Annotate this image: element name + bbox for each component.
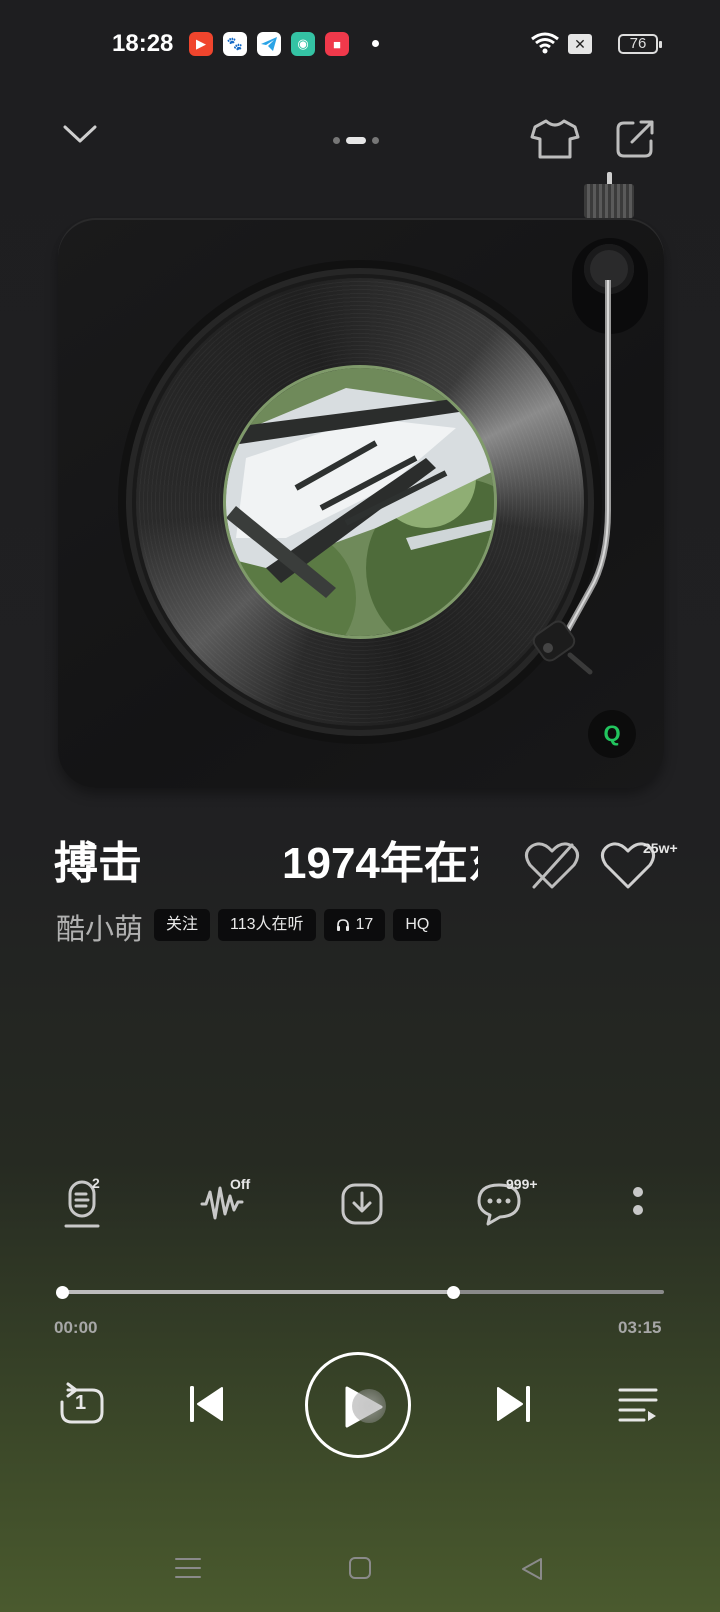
page-dot [372, 137, 379, 144]
home-icon[interactable] [348, 1556, 372, 1585]
song-chips: 关注 113人在听 17 HQ [154, 909, 442, 941]
song-title-text: 搏击 [54, 839, 142, 888]
play-button[interactable] [305, 1352, 411, 1458]
back-icon[interactable] [520, 1556, 544, 1587]
video-app-icon: ▶ [189, 32, 213, 56]
quality-chip[interactable]: HQ [393, 909, 442, 941]
download-icon[interactable] [340, 1182, 384, 1231]
repeat-count: 1 [75, 1392, 87, 1414]
telegram-icon [257, 32, 281, 56]
camera-app-icon: ■ [325, 32, 349, 56]
progress-thumb[interactable] [56, 1286, 69, 1299]
artist-name[interactable]: 酷小萌 [56, 906, 143, 948]
playlist-icon[interactable] [618, 1386, 658, 1427]
more-options-icon[interactable] [632, 1186, 644, 1227]
tshirt-icon[interactable] [530, 118, 580, 165]
headphone-chip[interactable]: 17 [323, 909, 386, 941]
touch-indicator [352, 1389, 386, 1423]
current-time: 00:00 [54, 1318, 98, 1337]
follow-button[interactable]: 关注 [154, 909, 211, 941]
battery-indicator: 76 [618, 34, 662, 54]
album-cover [223, 365, 497, 639]
page-dot-active [346, 137, 366, 144]
headphone-icon [336, 919, 349, 931]
song-title: 搏击 1974年在东 [54, 836, 478, 892]
brand-logo: Q [588, 710, 636, 758]
progress-buffer [60, 1290, 453, 1294]
like-count: 25w+ [643, 840, 678, 856]
headphone-count: 17 [355, 916, 374, 933]
share-icon[interactable] [614, 118, 656, 165]
tonearm-counterweight [584, 184, 634, 218]
chevron-down-icon[interactable] [62, 122, 98, 151]
chat-app-icon: ◉ [291, 32, 315, 56]
lyrics-badge: 2 [92, 1175, 100, 1191]
total-time: 03:15 [618, 1318, 662, 1337]
buffer-marker [447, 1286, 460, 1299]
page-dot [333, 137, 340, 144]
recent-apps-icon[interactable] [174, 1556, 202, 1585]
comment-badge: 999+ [506, 1176, 538, 1192]
baidu-icon: 🐾 [223, 32, 247, 56]
notification-icons: ▶ 🐾 ◉ ■ [189, 32, 349, 56]
wifi-icon [530, 31, 560, 60]
sound-effect-badge: Off [230, 1176, 251, 1192]
tonearm[interactable] [520, 280, 630, 700]
page-indicator [333, 137, 379, 144]
song-title-scroll: 1974年在东 [282, 839, 478, 888]
more-notifications-dot [372, 40, 379, 47]
next-track-icon[interactable] [494, 1384, 532, 1429]
sim-blocked-icon: ✕ [568, 34, 592, 54]
previous-track-icon[interactable] [188, 1384, 226, 1429]
status-time: 18:28 [112, 30, 174, 57]
dislike-icon[interactable] [524, 841, 580, 896]
listeners-chip[interactable]: 113人在听 [218, 909, 316, 941]
